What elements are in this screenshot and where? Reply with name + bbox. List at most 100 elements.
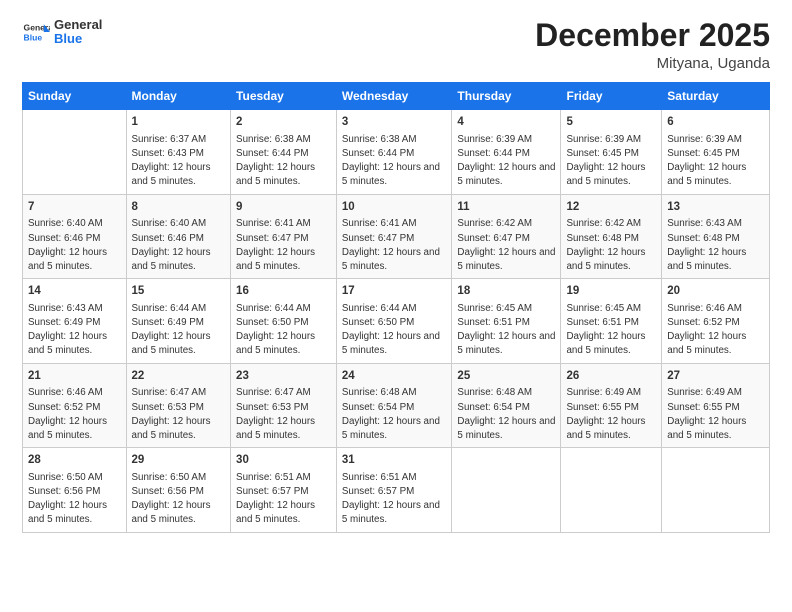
day-info: Sunrise: 6:44 AMSunset: 6:50 PMDaylight:… <box>342 302 447 359</box>
day-info: Sunrise: 6:43 AMSunset: 6:48 PMDaylight:… <box>667 217 764 274</box>
col-thursday: Thursday <box>452 83 561 110</box>
calendar-cell <box>452 448 561 532</box>
day-info: Sunrise: 6:47 AMSunset: 6:53 PMDaylight:… <box>236 386 331 443</box>
day-number: 15 <box>132 283 226 300</box>
calendar-cell: 9Sunrise: 6:41 AMSunset: 6:47 PMDaylight… <box>231 194 337 278</box>
calendar-cell <box>662 448 770 532</box>
day-info: Sunrise: 6:51 AMSunset: 6:57 PMDaylight:… <box>236 471 331 528</box>
sub-title: Mityana, Uganda <box>535 55 770 72</box>
day-info: Sunrise: 6:39 AMSunset: 6:45 PMDaylight:… <box>566 133 656 190</box>
page: General Blue General Blue December 2025 … <box>0 0 792 612</box>
day-number: 1 <box>132 114 226 131</box>
calendar-cell: 28 Sunrise: 6:50 AMSunset: 6:56 PMDayligh… <box>23 448 127 532</box>
day-number: 11 <box>457 199 555 216</box>
day-info: Sunrise: 6:42 AMSunset: 6:48 PMDaylight:… <box>566 217 656 274</box>
calendar-cell <box>561 448 662 532</box>
calendar-table: Sunday Monday Tuesday Wednesday Thursday… <box>22 82 770 532</box>
calendar-cell: 25Sunrise: 6:48 AMSunset: 6:54 PMDayligh… <box>452 363 561 447</box>
day-info: Sunrise: 6:38 AMSunset: 6:44 PMDaylight:… <box>236 133 331 190</box>
day-info: Sunrise: 6:48 AMSunset: 6:54 PMDaylight:… <box>457 386 555 443</box>
title-block: December 2025 Mityana, Uganda <box>535 18 770 72</box>
day-number: 18 <box>457 283 555 300</box>
calendar-cell: 4Sunrise: 6:39 AMSunset: 6:44 PMDaylight… <box>452 110 561 194</box>
col-sunday: Sunday <box>23 83 127 110</box>
calendar-week-3: 14Sunrise: 6:43 AMSunset: 6:49 PMDayligh… <box>23 279 770 363</box>
day-number: 12 <box>566 199 656 216</box>
day-info: Sunrise: 6:46 AMSunset: 6:52 PMDaylight:… <box>667 302 764 359</box>
day-number: 8 <box>132 199 226 216</box>
day-number: 3 <box>342 114 447 131</box>
calendar-cell: 22Sunrise: 6:47 AMSunset: 6:53 PMDayligh… <box>126 363 231 447</box>
calendar-cell: 20Sunrise: 6:46 AMSunset: 6:52 PMDayligh… <box>662 279 770 363</box>
logo-blue: Blue <box>54 32 102 46</box>
day-info: Sunrise: 6:49 AMSunset: 6:55 PMDaylight:… <box>566 386 656 443</box>
calendar-cell: 14Sunrise: 6:43 AMSunset: 6:49 PMDayligh… <box>23 279 127 363</box>
day-info: Sunrise: 6:47 AMSunset: 6:53 PMDaylight:… <box>132 386 226 443</box>
day-number: 30 <box>236 452 331 469</box>
logo-icon: General Blue <box>22 18 50 46</box>
day-info: Sunrise: 6:41 AMSunset: 6:47 PMDaylight:… <box>342 217 447 274</box>
calendar-cell: 19 Sunrise: 6:45 AMSunset: 6:51 PMDayligh… <box>561 279 662 363</box>
calendar-cell: 12Sunrise: 6:42 AMSunset: 6:48 PMDayligh… <box>561 194 662 278</box>
day-info: Sunrise: 6:40 AMSunset: 6:46 PMDaylight:… <box>132 217 226 274</box>
day-number: 5 <box>566 114 656 131</box>
day-info: Sunrise: 6:45 AMSunset: 6:51 PMDaylight:… <box>457 302 555 359</box>
calendar-cell: 17Sunrise: 6:44 AMSunset: 6:50 PMDayligh… <box>336 279 452 363</box>
day-number: 10 <box>342 199 447 216</box>
day-number: 24 <box>342 368 447 385</box>
day-info: Sunrise: 6:50 AMSunset: 6:56 PMDaylight:… <box>132 471 226 528</box>
calendar-week-2: 7Sunrise: 6:40 AMSunset: 6:46 PMDaylight… <box>23 194 770 278</box>
calendar-cell: 8Sunrise: 6:40 AMSunset: 6:46 PMDaylight… <box>126 194 231 278</box>
calendar-cell: 6Sunrise: 6:39 AMSunset: 6:45 PMDaylight… <box>662 110 770 194</box>
day-number: 2 <box>236 114 331 131</box>
header-row: Sunday Monday Tuesday Wednesday Thursday… <box>23 83 770 110</box>
svg-text:Blue: Blue <box>24 33 43 43</box>
day-info: Sunrise: 6:38 AMSunset: 6:44 PMDaylight:… <box>342 133 447 190</box>
day-info: Sunrise: 6:37 AMSunset: 6:43 PMDaylight:… <box>132 133 226 190</box>
calendar-cell <box>23 110 127 194</box>
day-info: Sunrise: 6:39 AMSunset: 6:45 PMDaylight:… <box>667 133 764 190</box>
day-number: 14 <box>28 283 121 300</box>
col-tuesday: Tuesday <box>231 83 337 110</box>
day-number: 9 <box>236 199 331 216</box>
day-info: Sunrise: 6:50 AMSunset: 6:56 PMDaylight:… <box>28 471 121 528</box>
day-number: 23 <box>236 368 331 385</box>
day-number: 25 <box>457 368 555 385</box>
logo: General Blue General Blue <box>22 18 102 47</box>
calendar-week-1: 1 Sunrise: 6:37 AMSunset: 6:43 PMDaylight… <box>23 110 770 194</box>
calendar-cell: 31 Sunrise: 6:51 AMSunset: 6:57 PMDayligh… <box>336 448 452 532</box>
calendar-week-4: 21Sunrise: 6:46 AMSunset: 6:52 PMDayligh… <box>23 363 770 447</box>
calendar-cell: 13Sunrise: 6:43 AMSunset: 6:48 PMDayligh… <box>662 194 770 278</box>
day-number: 28 <box>28 452 121 469</box>
calendar-cell: 2 Sunrise: 6:38 AMSunset: 6:44 PMDaylight… <box>231 110 337 194</box>
day-info: Sunrise: 6:51 AMSunset: 6:57 PMDaylight:… <box>342 471 447 528</box>
calendar-cell: 18 Sunrise: 6:45 AMSunset: 6:51 PMDayligh… <box>452 279 561 363</box>
day-number: 27 <box>667 368 764 385</box>
calendar-cell: 27Sunrise: 6:49 AMSunset: 6:55 PMDayligh… <box>662 363 770 447</box>
day-info: Sunrise: 6:41 AMSunset: 6:47 PMDaylight:… <box>236 217 331 274</box>
day-info: Sunrise: 6:44 AMSunset: 6:50 PMDaylight:… <box>236 302 331 359</box>
day-number: 31 <box>342 452 447 469</box>
day-info: Sunrise: 6:45 AMSunset: 6:51 PMDaylight:… <box>566 302 656 359</box>
day-number: 21 <box>28 368 121 385</box>
header: General Blue General Blue December 2025 … <box>22 18 770 72</box>
calendar-cell: 24Sunrise: 6:48 AMSunset: 6:54 PMDayligh… <box>336 363 452 447</box>
day-number: 29 <box>132 452 226 469</box>
calendar-cell: 21Sunrise: 6:46 AMSunset: 6:52 PMDayligh… <box>23 363 127 447</box>
col-saturday: Saturday <box>662 83 770 110</box>
day-number: 19 <box>566 283 656 300</box>
day-info: Sunrise: 6:42 AMSunset: 6:47 PMDaylight:… <box>457 217 555 274</box>
calendar-cell: 3 Sunrise: 6:38 AMSunset: 6:44 PMDaylight… <box>336 110 452 194</box>
col-friday: Friday <box>561 83 662 110</box>
day-number: 22 <box>132 368 226 385</box>
day-info: Sunrise: 6:48 AMSunset: 6:54 PMDaylight:… <box>342 386 447 443</box>
day-info: Sunrise: 6:44 AMSunset: 6:49 PMDaylight:… <box>132 302 226 359</box>
day-info: Sunrise: 6:40 AMSunset: 6:46 PMDaylight:… <box>28 217 121 274</box>
day-number: 16 <box>236 283 331 300</box>
calendar-cell: 15 Sunrise: 6:44 AMSunset: 6:49 PMDayligh… <box>126 279 231 363</box>
day-number: 4 <box>457 114 555 131</box>
calendar-week-5: 28 Sunrise: 6:50 AMSunset: 6:56 PMDayligh… <box>23 448 770 532</box>
calendar-cell: 29 Sunrise: 6:50 AMSunset: 6:56 PMDayligh… <box>126 448 231 532</box>
col-monday: Monday <box>126 83 231 110</box>
logo-general: General <box>54 18 102 32</box>
